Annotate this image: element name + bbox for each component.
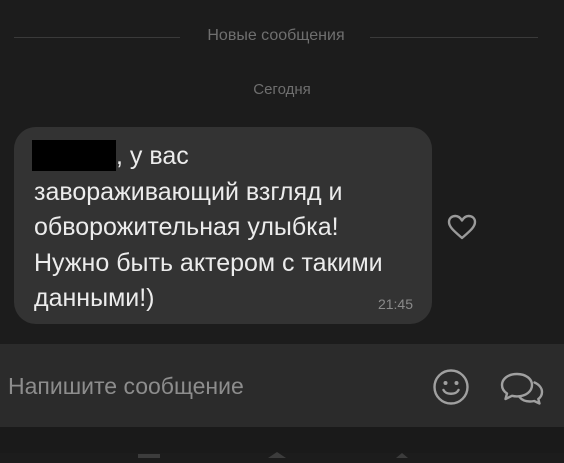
date-separator: Сегодня bbox=[253, 81, 311, 98]
message-input[interactable]: Напишите сообщение bbox=[8, 372, 244, 400]
message-text-body: завораживающий взгляд и обворожительная … bbox=[34, 177, 383, 313]
new-messages-divider: Новые сообщения bbox=[14, 26, 538, 46]
nav-recents-icon[interactable] bbox=[390, 445, 420, 458]
redacted-name bbox=[32, 140, 116, 171]
new-messages-label: Новые сообщения bbox=[207, 27, 345, 44]
heart-icon[interactable] bbox=[446, 212, 478, 242]
message-bubble[interactable]: , у вас завораживающий взгляд и обворожит… bbox=[14, 127, 432, 324]
message-text: , у вас завораживающий взгляд и обворожит… bbox=[32, 139, 414, 317]
message-composer: Напишите сообщение bbox=[0, 344, 564, 427]
message-time: 21:45 bbox=[377, 296, 413, 312]
nav-home-icon[interactable] bbox=[262, 445, 292, 458]
nav-back-icon[interactable] bbox=[134, 445, 164, 458]
smiley-icon[interactable] bbox=[432, 368, 470, 406]
system-nav-bar bbox=[0, 427, 564, 458]
message-text-greeting: , у вас bbox=[116, 142, 189, 170]
chat-bubbles-icon[interactable] bbox=[500, 370, 544, 406]
chat-area: Новые сообщения Сегодня , у вас заворажив… bbox=[0, 0, 564, 344]
divider-line-right bbox=[370, 37, 538, 38]
